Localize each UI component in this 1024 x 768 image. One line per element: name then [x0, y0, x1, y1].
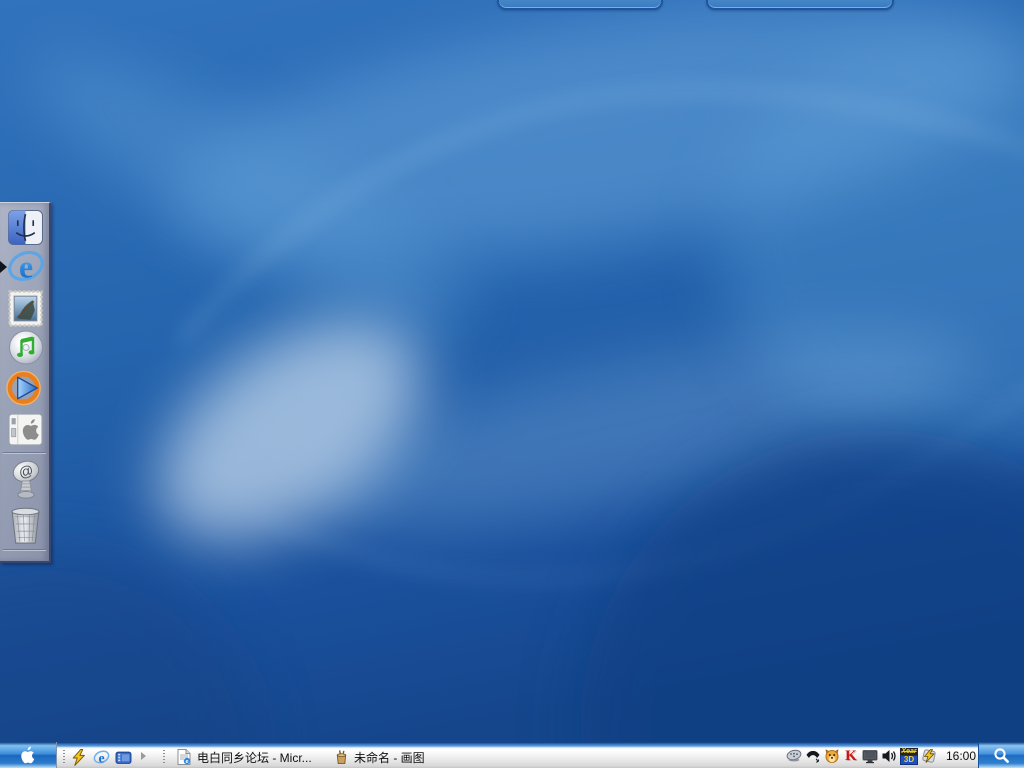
- tray-clock[interactable]: 16:00: [946, 749, 976, 763]
- monitor-icon[interactable]: [862, 748, 878, 764]
- svg-text:e: e: [18, 249, 32, 284]
- lightning-icon[interactable]: [921, 748, 937, 764]
- desktop: e: [0, 0, 1024, 768]
- dock-item-internet-explorer[interactable]: e: [6, 247, 45, 286]
- dock-item-itunes[interactable]: [6, 328, 45, 367]
- magnifier-icon: [993, 747, 1010, 764]
- email-at-stamp-icon: @: [9, 459, 43, 501]
- system-tray: K Xear 3D: [786, 747, 976, 765]
- taskbar-window-paint[interactable]: 未命名 - 画图: [330, 747, 455, 767]
- dock-item-mail-stamp[interactable]: [6, 289, 45, 328]
- svg-text:e: e: [185, 759, 188, 765]
- paint-cup-icon: [334, 749, 349, 765]
- trash-icon: [9, 504, 42, 546]
- winamp-lightning-icon: [70, 749, 87, 766]
- dock-panel: e: [0, 202, 51, 563]
- quick-launch-internet-explorer[interactable]: e: [92, 748, 110, 766]
- dock-item-email-stamp[interactable]: @: [6, 459, 45, 501]
- taskbar-window-forum[interactable]: e 电白同乡论坛 - Micr...: [172, 747, 325, 767]
- apple-logo-icon: [18, 743, 39, 767]
- movie-maker-icon: [115, 749, 132, 766]
- taskbar-window-label: 电白同乡论坛 - Micr...: [197, 749, 312, 766]
- mail-stamp-icon: [8, 290, 43, 327]
- internet-explorer-icon: e: [93, 749, 110, 766]
- quick-launch-movie-maker[interactable]: [114, 748, 132, 766]
- ie-document-icon: e: [176, 749, 192, 765]
- wallpaper: [0, 0, 1024, 768]
- antivirus-k-icon[interactable]: K: [843, 748, 859, 764]
- quick-launch-separator: [163, 750, 165, 764]
- taskbar: e e 电白同乡论坛 - Micr...: [0, 742, 1024, 768]
- windows-media-player-icon: [6, 369, 45, 407]
- start-button[interactable]: [0, 742, 57, 768]
- dock-separator: [3, 549, 46, 551]
- svg-text:e: e: [98, 750, 104, 765]
- dock-item-windows-media-player[interactable]: [6, 368, 45, 407]
- itunes-icon: [7, 329, 45, 366]
- quick-launch-separator: [63, 750, 65, 764]
- dock-item-finder[interactable]: [6, 208, 45, 247]
- taskbar-window-label: 未命名 - 画图: [354, 749, 425, 766]
- volume-icon[interactable]: [881, 748, 897, 764]
- input-method-icon[interactable]: [786, 748, 802, 764]
- phone-icon[interactable]: [805, 748, 821, 764]
- chevron-right-icon[interactable]: [141, 752, 146, 760]
- apple-card-icon: [8, 413, 43, 446]
- internet-explorer-icon: e: [7, 248, 45, 286]
- pet-dog-icon[interactable]: [824, 748, 840, 764]
- dock-item-apple-card[interactable]: [6, 410, 45, 449]
- search-button[interactable]: [978, 742, 1024, 768]
- window-fragment-left[interactable]: [497, 0, 663, 10]
- dock-item-trash[interactable]: [6, 503, 45, 547]
- dock-separator: [3, 452, 46, 454]
- xear-3d-icon[interactable]: Xear 3D: [900, 748, 918, 764]
- running-indicator-arrow-icon: [0, 261, 7, 273]
- quick-launch-winamp[interactable]: [69, 748, 87, 766]
- finder-icon: [8, 210, 43, 245]
- window-fragment-right[interactable]: [706, 0, 894, 10]
